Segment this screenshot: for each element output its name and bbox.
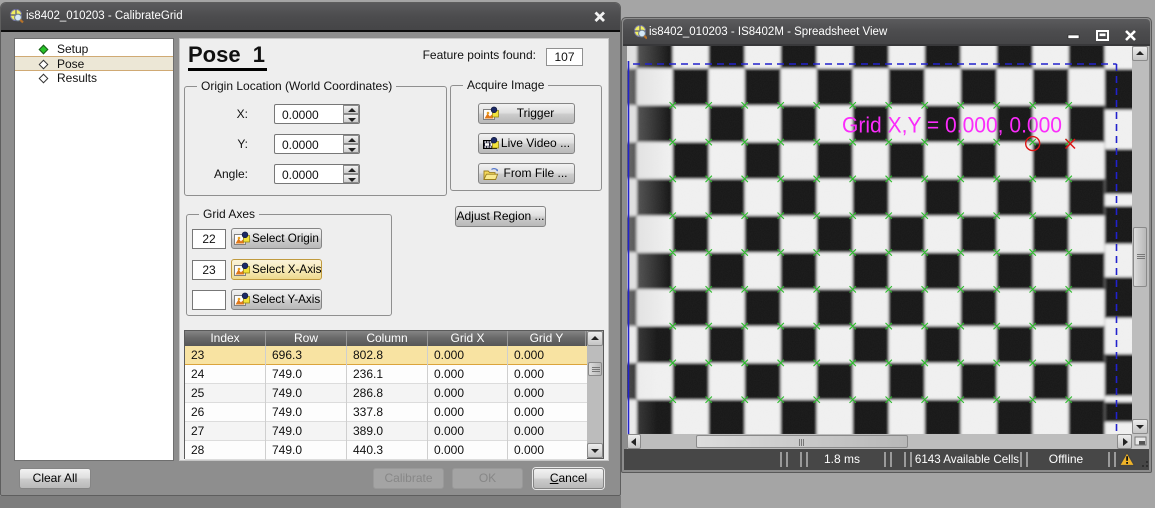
svg-text:Grid X,Y = 0.000, 0.000: Grid X,Y = 0.000, 0.000	[842, 113, 1062, 138]
